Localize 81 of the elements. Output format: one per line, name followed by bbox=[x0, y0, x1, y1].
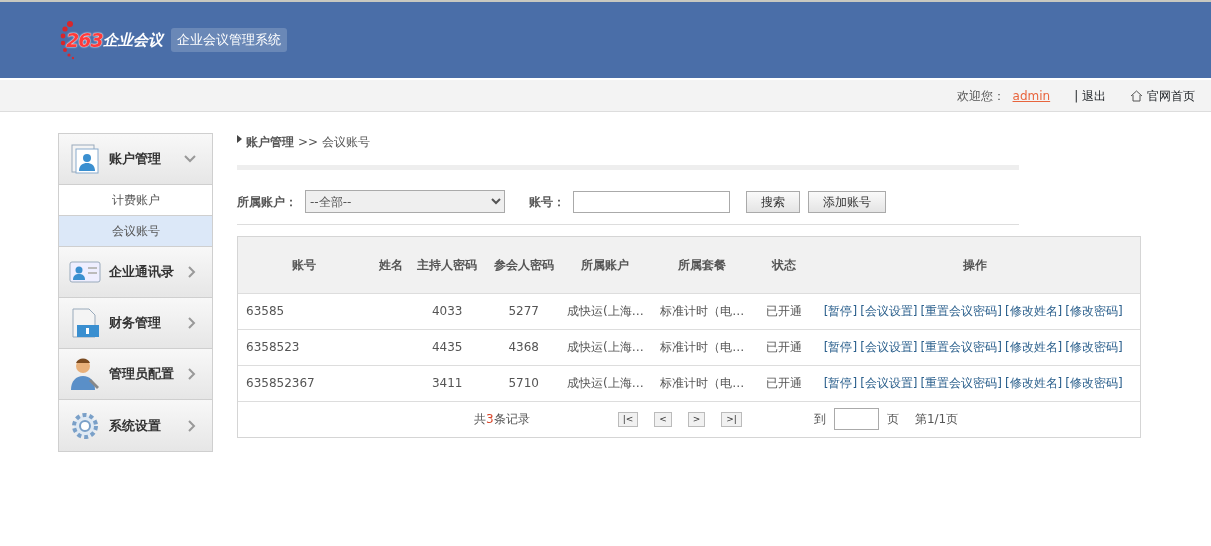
table-cell: 已开通 bbox=[758, 293, 810, 329]
sidebar-item[interactable]: 财务管理 bbox=[59, 298, 212, 349]
column-header: 姓名 bbox=[370, 237, 412, 293]
breadcrumb-current: 会议账号 bbox=[322, 134, 371, 151]
user-card-icon bbox=[69, 143, 101, 175]
action-link[interactable]: [重置会议密码] bbox=[920, 304, 1002, 318]
account-input[interactable] bbox=[573, 190, 730, 213]
table-cell: 成快运(上海… bbox=[564, 365, 647, 401]
home-icon bbox=[1130, 89, 1143, 102]
account-select[interactable]: --全部-- bbox=[305, 190, 505, 213]
column-header: 账号 bbox=[238, 237, 371, 293]
filter-label: 账号： bbox=[529, 193, 565, 211]
sidebar-item[interactable]: 系统设置 bbox=[59, 400, 212, 451]
action-link[interactable]: [修改姓名] bbox=[1004, 376, 1063, 390]
contact-card-icon bbox=[69, 260, 101, 284]
user-wrench-icon bbox=[69, 357, 101, 391]
sidebar-item[interactable]: 企业通讯录 bbox=[59, 247, 212, 298]
action-link[interactable]: [修改密码] bbox=[1065, 340, 1123, 354]
column-header: 所属套餐 bbox=[646, 237, 759, 293]
search-button[interactable]: 搜索 bbox=[746, 190, 800, 213]
triangle-icon bbox=[237, 135, 242, 143]
sidebar-item[interactable]: 账户管理 bbox=[59, 134, 212, 185]
action-link[interactable]: [修改密码] bbox=[1065, 376, 1123, 390]
home-link[interactable]: 官网首页 bbox=[1147, 86, 1195, 105]
page-button[interactable]: < bbox=[654, 411, 672, 427]
breadcrumb-separator: >> bbox=[298, 134, 319, 151]
table-cell: 成快运(上海… bbox=[564, 293, 647, 329]
page-button[interactable]: |< bbox=[617, 411, 639, 427]
page-input[interactable] bbox=[833, 408, 879, 431]
table-cell: 635852367 bbox=[238, 365, 371, 401]
table-cell: 5277 bbox=[482, 293, 565, 329]
table-cell: 标准计时（电… bbox=[646, 365, 759, 401]
table-cell: 4435 bbox=[411, 329, 483, 365]
sidebar-label: 账户管理 bbox=[109, 150, 162, 169]
page-button[interactable]: >| bbox=[721, 411, 742, 427]
table-cell: 成快运(上海… bbox=[564, 329, 647, 365]
goto-label: 到 bbox=[812, 411, 826, 429]
action-link[interactable]: [会议设置] bbox=[860, 376, 918, 390]
action-link[interactable]: [暂停] bbox=[823, 376, 858, 390]
filter-label: 所属账户： bbox=[237, 193, 297, 211]
logo-number: 263 bbox=[66, 27, 103, 53]
table-cell: 6358523 bbox=[238, 329, 371, 365]
breadcrumb-link[interactable]: 账户管理 bbox=[246, 133, 294, 151]
sidebar-label: 系统设置 bbox=[109, 416, 162, 435]
action-link[interactable]: [修改姓名] bbox=[1004, 340, 1063, 354]
record-count: 共3条记录 bbox=[474, 411, 531, 429]
table-cell: 已开通 bbox=[758, 329, 810, 365]
action-link[interactable]: [会议设置] bbox=[860, 340, 918, 354]
column-header: 状态 bbox=[758, 237, 810, 293]
sidebar-label: 管理员配置 bbox=[109, 365, 175, 384]
action-link[interactable]: [修改姓名] bbox=[1004, 304, 1063, 318]
add-account-button[interactable]: 添加账号 bbox=[808, 190, 886, 213]
action-link[interactable]: [暂停] bbox=[823, 340, 858, 354]
action-link[interactable]: [重置会议密码] bbox=[920, 376, 1002, 390]
column-header: 操作 bbox=[809, 237, 1140, 293]
logo-text: 企业会议 bbox=[102, 29, 163, 51]
page-info: 第1/1页 bbox=[914, 411, 959, 429]
table-cell: 63585 bbox=[238, 293, 371, 329]
column-header: 主持人密码 bbox=[411, 237, 483, 293]
action-link[interactable]: [重置会议密码] bbox=[920, 340, 1002, 354]
action-link[interactable]: [会议设置] bbox=[860, 304, 918, 318]
logout-link[interactable]: | 退出 bbox=[1074, 86, 1106, 105]
action-link[interactable]: [暂停] bbox=[823, 304, 858, 318]
table-cell: 标准计时（电… bbox=[646, 293, 759, 329]
action-link[interactable]: [修改密码] bbox=[1065, 304, 1123, 318]
sidebar-subitem[interactable]: 会议账号 bbox=[59, 216, 212, 247]
table-cell: 5710 bbox=[482, 365, 565, 401]
system-title: 企业会议管理系统 bbox=[170, 28, 287, 52]
welcome-text: 欢迎您： bbox=[956, 87, 1005, 105]
table-cell: 3411 bbox=[411, 365, 483, 401]
column-header: 参会人密码 bbox=[482, 237, 565, 293]
page-unit: 页 bbox=[886, 411, 899, 429]
sidebar-label: 财务管理 bbox=[109, 314, 162, 333]
page-button[interactable]: > bbox=[687, 411, 706, 427]
table-cell: 4033 bbox=[411, 293, 483, 329]
sidebar-label: 企业通讯录 bbox=[109, 263, 175, 282]
column-header: 所属账户 bbox=[564, 237, 647, 293]
sidebar-item[interactable]: 管理员配置 bbox=[59, 349, 212, 400]
table-cell: 4368 bbox=[482, 329, 565, 365]
table-cell: 标准计时（电… bbox=[646, 329, 759, 365]
table-cell: 已开通 bbox=[758, 365, 810, 401]
